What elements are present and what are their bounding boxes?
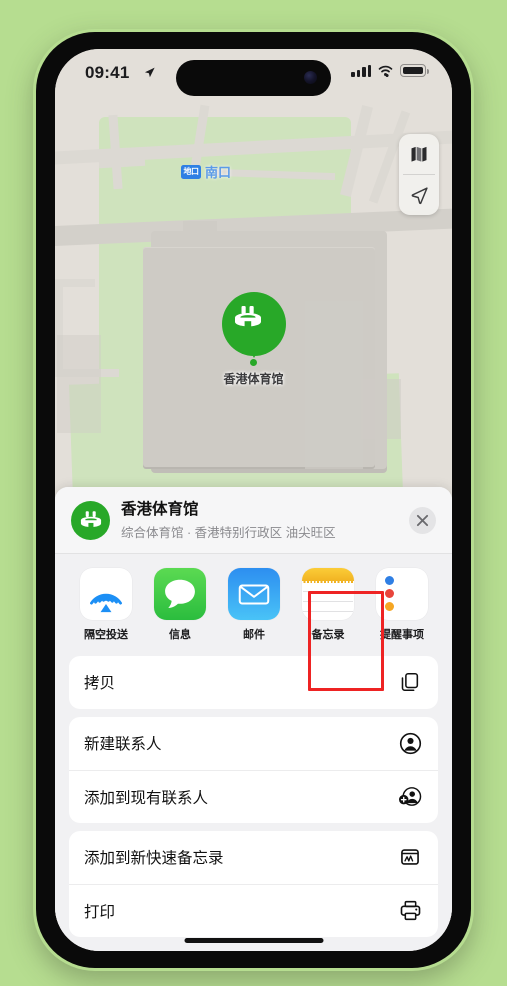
- share-app-notes[interactable]: 备忘录: [291, 567, 365, 642]
- dynamic-island: [176, 60, 331, 96]
- front-camera: [304, 71, 317, 84]
- share-app-label: 邮件: [243, 628, 265, 641]
- place-info: 香港体育馆 综合体育馆 · 香港特别行政区 油尖旺区: [121, 501, 398, 541]
- battery-cap: [426, 69, 429, 74]
- messages-icon: [154, 567, 206, 620]
- place-avatar: [71, 501, 110, 541]
- close-icon: [416, 515, 429, 527]
- battery-full-icon: [400, 64, 429, 77]
- share-action-list: 拷贝 新建联系人 添加到现有联系人 添加到新快速备忘录 打印: [55, 650, 452, 937]
- share-app-reminders[interactable]: 提醒事项: [365, 567, 439, 642]
- action-row-copy[interactable]: 拷贝: [69, 656, 438, 709]
- action-row-new-contact[interactable]: 新建联系人: [69, 717, 438, 770]
- close-button[interactable]: [409, 507, 436, 535]
- person-circle-icon: [397, 730, 423, 756]
- place-title: 香港体育馆: [121, 501, 199, 518]
- current-location-button[interactable]: [399, 175, 439, 215]
- action-label: 拷贝: [84, 675, 116, 693]
- notes-header-band: [302, 567, 354, 584]
- quick-note-icon: [397, 844, 423, 870]
- map-layers-icon: [411, 146, 427, 162]
- transit-badge: 地口: [181, 164, 201, 179]
- pin-marker[interactable]: [221, 292, 286, 358]
- action-group: 新建联系人 添加到现有联系人: [69, 716, 438, 823]
- transit-label-text: 南口: [205, 165, 232, 180]
- notes-perforation: [302, 580, 354, 584]
- airdrop-icon: [80, 567, 132, 620]
- stadium-icon: [80, 511, 101, 527]
- map-layers-button[interactable]: [399, 134, 439, 174]
- status-indicators: [351, 64, 429, 77]
- status-bar: 09:41: [55, 49, 452, 101]
- action-label: 添加到新快速备忘录: [84, 850, 224, 868]
- mail-icon: [228, 567, 280, 620]
- action-group: 拷贝: [69, 655, 438, 709]
- share-app-row[interactable]: 隔空投送 信息 邮件 备忘录 提醒事项: [55, 553, 452, 650]
- reminders-icon: [376, 567, 428, 620]
- share-app-label: 隔空投送: [84, 628, 128, 641]
- share-app-airdrop[interactable]: 隔空投送: [69, 567, 143, 642]
- action-row-print[interactable]: 打印: [69, 883, 438, 937]
- transit-station-label[interactable]: 地口 南口: [181, 162, 231, 181]
- share-app-mail[interactable]: 邮件: [217, 567, 291, 642]
- place-subtitle: 综合体育馆 · 香港特别行政区 油尖旺区: [121, 525, 336, 540]
- battery-fill: [402, 66, 424, 75]
- location-arrow-icon: [144, 67, 155, 78]
- stadium-icon: [234, 306, 261, 327]
- person-add-icon: [397, 784, 423, 810]
- pin-label: 香港体育馆: [223, 372, 284, 386]
- location-arrow-icon: [411, 186, 428, 204]
- pin-head: [221, 292, 286, 356]
- share-sheet: 香港体育馆 综合体育馆 · 香港特别行政区 油尖旺区 隔空投送 信息 邮件 备忘…: [55, 487, 452, 951]
- action-row-add-existing-contact[interactable]: 添加到现有联系人: [69, 769, 438, 823]
- printer-icon: [397, 898, 423, 924]
- action-label: 打印: [84, 903, 116, 921]
- notes-lines: [302, 583, 354, 613]
- status-time: 09:41: [85, 63, 130, 82]
- share-sheet-header: 香港体育馆 综合体育馆 · 香港特别行政区 油尖旺区: [55, 487, 452, 554]
- cellular-signal-icon: [351, 64, 371, 77]
- share-app-label: 信息: [169, 628, 191, 641]
- map-controls: [399, 134, 439, 215]
- share-app-label: 备忘录: [311, 628, 345, 641]
- map-place-pin[interactable]: 香港体育馆: [55, 292, 452, 387]
- pin-anchor-dot: [250, 359, 257, 366]
- share-app-label: 提醒事项: [380, 628, 424, 641]
- action-label: 新建联系人: [84, 736, 162, 754]
- action-group: 添加到新快速备忘录 打印: [69, 830, 438, 937]
- notes-icon: [302, 567, 354, 620]
- copy-icon: [397, 669, 423, 695]
- phone-screen: 地口 南口 香港体育馆 09:41 香港体育馆 综合体育馆 · 香港特别行政区 …: [55, 49, 452, 951]
- phone-frame: 地口 南口 香港体育馆 09:41 香港体育馆 综合体育馆 · 香港特别行政区 …: [33, 29, 474, 971]
- home-indicator[interactable]: [184, 938, 323, 943]
- share-app-messages[interactable]: 信息: [143, 567, 217, 642]
- wifi-icon: [378, 65, 393, 77]
- action-row-new-quick-note[interactable]: 添加到新快速备忘录: [69, 831, 438, 884]
- action-label: 添加到现有联系人: [84, 789, 209, 807]
